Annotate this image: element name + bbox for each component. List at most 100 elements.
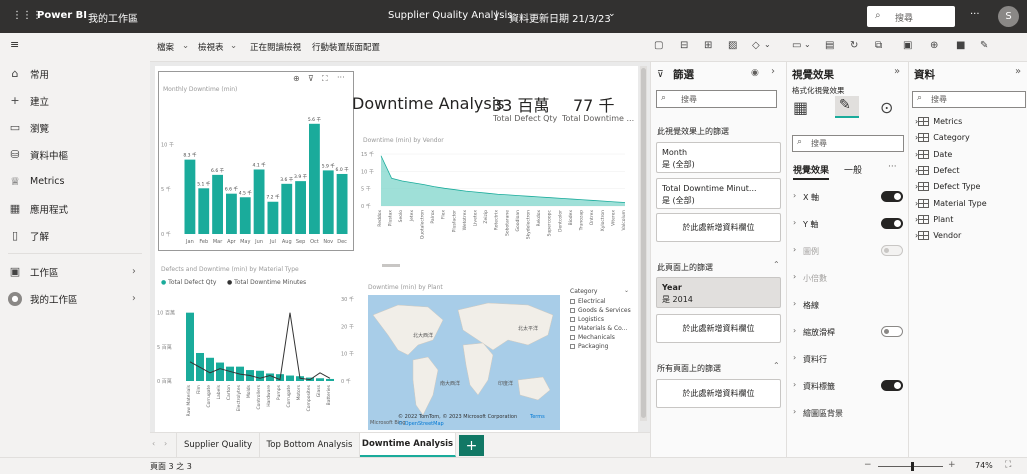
shapes-icon[interactable]: ◇: [752, 40, 760, 51]
tab-prev-icon[interactable]: ‹: [152, 439, 155, 448]
image-icon[interactable]: ▨: [728, 40, 737, 51]
nav-item-create[interactable]: + 建立: [0, 87, 150, 114]
zoom-out-icon[interactable]: −: [864, 460, 872, 470]
table-item[interactable]: › Category: [915, 133, 970, 143]
collapse-icon[interactable]: ›: [771, 66, 775, 77]
format-section[interactable]: › 資料行: [793, 353, 905, 367]
format-section[interactable]: › 圖例: [793, 245, 905, 259]
hamburger-icon[interactable]: ≡: [10, 38, 19, 51]
pin-visual-icon[interactable]: ⊕: [293, 74, 300, 83]
more-options-icon[interactable]: ···: [970, 9, 980, 20]
slicer-item[interactable]: Mechanicals: [570, 334, 615, 341]
workspace-breadcrumb[interactable]: 我的工作區: [88, 10, 138, 25]
table-item[interactable]: › Material Type: [915, 198, 987, 208]
map-terms-link[interactable]: Terms: [530, 414, 545, 420]
slicer-item[interactable]: Logistics: [570, 316, 604, 323]
fit-to-page-icon[interactable]: ⛶: [1005, 460, 1011, 470]
refresh-icon[interactable]: ↻: [850, 40, 858, 51]
nav-item-data-hub[interactable]: ⛁ 資料中樞: [0, 141, 150, 168]
table-item[interactable]: › Date: [915, 149, 952, 159]
table-item[interactable]: › Plant: [915, 214, 953, 224]
copy-icon[interactable]: ⧉: [875, 40, 882, 51]
global-search[interactable]: ⌕ 搜尋: [867, 6, 955, 27]
analytics-icon[interactable]: ⊙: [880, 98, 893, 117]
format-section[interactable]: › X 軸: [793, 191, 905, 205]
format-section[interactable]: › 縮放滑桿: [793, 326, 905, 340]
nav-item-metrics[interactable]: ♕ Metrics: [0, 168, 150, 195]
monthly-downtime-visual[interactable]: Monthly Downtime (min) ⊕ ⊽ ⛶ ··· 0 千 5 千 1…: [158, 71, 354, 251]
edit-icon[interactable]: ✎: [980, 40, 988, 51]
format-section[interactable]: › 格線: [793, 299, 905, 313]
table-item[interactable]: › Metrics: [915, 117, 962, 126]
reading-view-button[interactable]: 正在閱讀檢視: [250, 41, 301, 53]
chevron-down-icon[interactable]: ⌄: [608, 9, 616, 19]
teams-icon[interactable]: ■: [956, 40, 965, 51]
add-field-page[interactable]: 於此處新增資料欄位: [656, 314, 781, 343]
save-icon[interactable]: ▣: [903, 40, 912, 51]
checkbox[interactable]: [570, 317, 575, 322]
nav-item-browse[interactable]: ▭ 瀏覽: [0, 114, 150, 141]
slicer-item[interactable]: Packaging: [570, 343, 608, 350]
avatar[interactable]: S: [998, 6, 1019, 27]
slicer-item[interactable]: Goods & Services: [570, 307, 631, 314]
more-options-icon[interactable]: ···: [337, 73, 345, 82]
table-item[interactable]: › Defect: [915, 165, 960, 175]
filter-card-month[interactable]: Month 是 (全部): [656, 142, 781, 173]
nav-item-workspaces[interactable]: ▣ 工作區 ›: [0, 258, 150, 285]
add-field-visual[interactable]: 於此處新增資料欄位: [656, 213, 781, 242]
zoom-slider[interactable]: [878, 462, 943, 471]
add-page-button[interactable]: +: [459, 435, 484, 456]
add-field-all[interactable]: 於此處新增資料欄位: [656, 379, 781, 408]
checkbox[interactable]: [570, 344, 575, 349]
nav-item-learn[interactable]: ▯ 了解: [0, 222, 150, 249]
collapse-icon[interactable]: ⌃: [773, 361, 780, 370]
toggle-switch[interactable]: [881, 218, 903, 229]
paste-icon[interactable]: ▤: [825, 40, 834, 51]
format-section[interactable]: › 小倍數: [793, 272, 905, 286]
format-section[interactable]: › 繪圖區背景: [793, 407, 905, 421]
format-section[interactable]: › Y 軸: [793, 218, 905, 232]
canvas-scrollbar[interactable]: [640, 66, 647, 421]
zoom-in-icon[interactable]: +: [948, 460, 956, 470]
collapse-icon[interactable]: ⌃: [773, 260, 780, 269]
checkbox[interactable]: [570, 335, 575, 340]
file-menu[interactable]: 檔案: [157, 41, 174, 53]
tab-downtime-analysis[interactable]: Downtime Analysis: [360, 433, 456, 457]
tab-visual[interactable]: 視覺效果: [793, 163, 830, 180]
filter-card-downtime[interactable]: Total Downtime Minut... 是 (全部): [656, 178, 781, 209]
toggle-switch[interactable]: [881, 380, 903, 391]
checkbox[interactable]: [570, 299, 575, 304]
bookmark-icon[interactable]: ⊟: [680, 40, 688, 51]
build-visual-icon[interactable]: ▦: [793, 98, 808, 117]
zoom-slider-thumb[interactable]: [911, 462, 914, 471]
tab-supplier-quality[interactable]: Supplier Quality: [176, 433, 260, 457]
plant-map[interactable]: 北大西洋 南大西洋 印度洋 北太平洋 Microsoft Bing © 2022…: [368, 295, 560, 430]
checkbox[interactable]: [570, 308, 575, 313]
nav-item-apps[interactable]: ▦ 應用程式: [0, 195, 150, 222]
map-osm-link[interactable]: © OpenStreetMap: [398, 421, 444, 427]
toggle-switch[interactable]: [881, 326, 903, 337]
nav-item-home[interactable]: ⌂ 常用: [0, 60, 150, 87]
focus-mode-icon[interactable]: ⛶: [322, 74, 328, 84]
tab-top-bottom-analysis[interactable]: Top Bottom Analysis: [260, 433, 360, 457]
view-menu[interactable]: 檢視表: [198, 41, 224, 53]
more-options-icon[interactable]: ···: [888, 162, 897, 172]
table-item[interactable]: › Defect Type: [915, 182, 980, 192]
filter-card-year[interactable]: Year 是 2014: [656, 277, 781, 308]
report-title[interactable]: Supplier Quality Analysis: [388, 10, 513, 21]
filter-icon[interactable]: ⊽: [308, 74, 314, 83]
format-section[interactable]: › 資料標籤: [793, 380, 905, 394]
app-name[interactable]: Power BI: [37, 10, 87, 21]
eye-icon[interactable]: ◉: [751, 68, 759, 78]
table-item[interactable]: › Vendor: [915, 231, 961, 241]
collapse-icon[interactable]: »: [894, 66, 900, 77]
slicer-item[interactable]: Materials & Co...: [570, 325, 627, 332]
collapse-icon[interactable]: »: [1015, 66, 1021, 77]
slicer-item[interactable]: Electrical: [570, 298, 606, 305]
filter-search-input[interactable]: ⌕ 搜尋: [656, 90, 777, 108]
nav-item-my-workspace[interactable]: ● 我的工作區 ›: [0, 285, 150, 312]
checkbox[interactable]: [570, 326, 575, 331]
chevron-down-icon[interactable]: ⌄: [624, 287, 629, 294]
textbox-icon[interactable]: ⊞: [704, 40, 712, 51]
format-visual-tab[interactable]: ✎: [835, 96, 859, 118]
